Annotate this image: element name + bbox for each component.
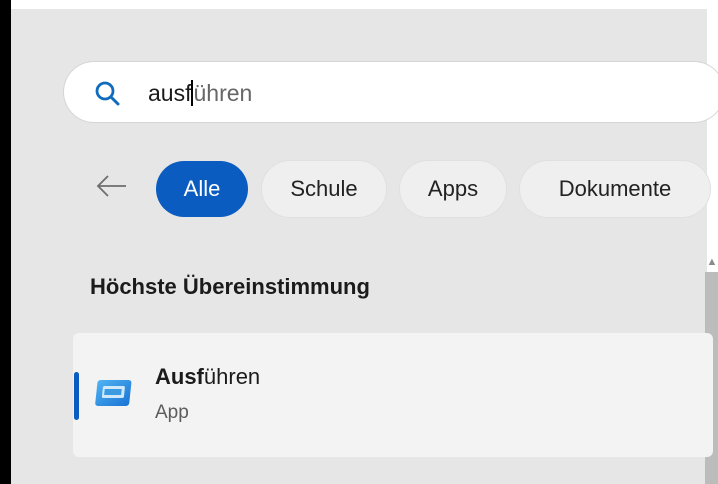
filter-chip-label: Dokumente [558, 176, 672, 201]
filter-chip-label: Apps [427, 176, 479, 201]
search-autocomplete-text: ühren [193, 80, 253, 106]
run-dialog-icon [95, 380, 132, 406]
result-title-rest: ühren [203, 364, 261, 389]
result-type: App [155, 402, 189, 423]
result-title-match: Ausf [155, 364, 204, 389]
selection-indicator [74, 372, 79, 420]
filter-chip-label: Schule [290, 176, 358, 201]
result-title: Ausführen [155, 364, 260, 390]
filter-chip-apps[interactable]: Apps [400, 161, 506, 217]
scroll-up-arrow-icon[interactable]: ▲ [706, 255, 718, 269]
filter-chip-label: Alle [183, 176, 221, 201]
back-arrow-icon[interactable] [94, 168, 130, 204]
window-top-strip [11, 0, 718, 9]
search-icon [95, 81, 120, 106]
best-match-result[interactable] [73, 333, 713, 457]
filter-chip-alle[interactable]: Alle [156, 161, 248, 217]
search-typed-text: ausf [148, 80, 192, 106]
section-title-best-match: Höchste Übereinstimmung [90, 274, 370, 299]
window-left-border [0, 0, 11, 484]
search-input[interactable]: ausführen [148, 75, 252, 111]
filter-chip-schule[interactable]: Schule [262, 161, 386, 217]
filter-chip-dokumente[interactable]: Dokumente [520, 161, 710, 217]
